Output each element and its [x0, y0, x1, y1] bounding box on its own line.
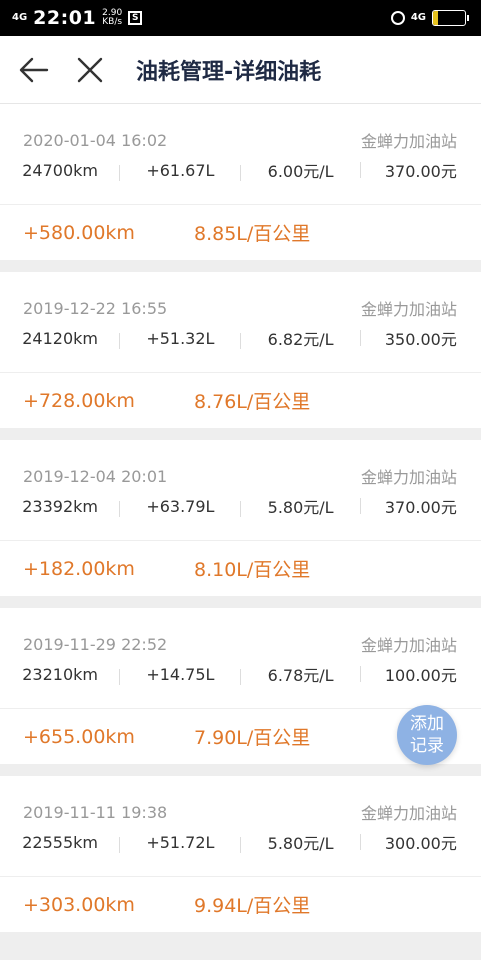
- status-right: 4G 16: [390, 10, 469, 26]
- record-datetime: 2019-11-11 19:38: [23, 802, 168, 822]
- record-distance: +580.00km: [23, 221, 135, 244]
- network-indicator: 4G: [12, 12, 28, 23]
- record-amount: 370.00元: [384, 498, 457, 517]
- record-distance: +303.00km: [23, 893, 135, 916]
- record-unit-price: 5.80元/L: [241, 494, 362, 518]
- status-time: 22:01: [33, 7, 97, 29]
- record-stats: 23392km +63.79L 5.80元/L 370.00元: [0, 486, 481, 526]
- record-fuel: +14.75L: [120, 665, 241, 685]
- fuel-record-card[interactable]: 2020-01-04 16:02 金蝉力加油站 24700km +61.67L …: [0, 104, 481, 260]
- record-consumption: 8.76L/百公里: [194, 391, 311, 413]
- record-fuel: +51.32L: [120, 329, 241, 349]
- record-amount: 350.00元: [384, 330, 457, 349]
- record-station: 金蝉力加油站: [360, 636, 457, 655]
- record-datetime: 2019-12-04 20:01: [23, 466, 168, 486]
- record-unit-price: 6.82元/L: [241, 326, 362, 350]
- record-consumption: 7.90L/百公里: [194, 727, 311, 749]
- fuel-record-card[interactable]: 2019-11-11 19:38 金蝉力加油站 22555km +51.72L …: [0, 776, 481, 932]
- record-odometer: 24700km: [0, 161, 121, 181]
- fuel-record-list: 2020-01-04 16:02 金蝉力加油站 24700km +61.67L …: [0, 104, 481, 954]
- record-odometer: 24120km: [0, 329, 121, 349]
- record-unit-price: 6.00元/L: [241, 158, 362, 182]
- record-station: 金蝉力加油站: [360, 468, 457, 487]
- record-amount: 370.00元: [384, 162, 457, 181]
- fuel-record-card[interactable]: 2019-12-04 20:01 金蝉力加油站 23392km +63.79L …: [0, 440, 481, 596]
- record-station: 金蝉力加油站: [360, 300, 457, 319]
- arrow-left-icon: [19, 57, 49, 82]
- add-record-label-line2: 记录: [410, 736, 444, 756]
- record-fuel: +51.72L: [120, 833, 241, 853]
- close-icon: [77, 57, 103, 82]
- record-unit-price: 6.78元/L: [241, 662, 362, 686]
- record-stats: 24700km +61.67L 6.00元/L 370.00元: [0, 150, 481, 190]
- record-odometer: 23392km: [0, 497, 121, 517]
- status-bar: 4G 22:01 2.90 KB/s S 4G 16: [0, 0, 481, 36]
- back-button[interactable]: [6, 36, 62, 104]
- battery-level: 16: [441, 11, 457, 24]
- network-speed-unit: KB/s: [102, 17, 123, 27]
- record-datetime: 2019-12-22 16:55: [23, 298, 168, 318]
- record-distance: +182.00km: [23, 557, 135, 580]
- record-stats: 22555km +51.72L 5.80元/L 300.00元: [0, 822, 481, 862]
- record-fuel: +61.67L: [120, 161, 241, 181]
- record-consumption: 8.85L/百公里: [194, 223, 311, 245]
- record-unit-price: 5.80元/L: [241, 830, 362, 854]
- fuel-record-card[interactable]: 2019-12-22 16:55 金蝉力加油站 24120km +51.32L …: [0, 272, 481, 428]
- record-amount: 100.00元: [384, 666, 457, 685]
- add-record-button[interactable]: 添加 记录: [397, 705, 457, 765]
- record-stats: 24120km +51.32L 6.82元/L 350.00元: [0, 318, 481, 358]
- record-odometer: 22555km: [0, 833, 121, 853]
- close-button[interactable]: [62, 36, 118, 104]
- network-speed: 2.90 KB/s: [102, 9, 122, 27]
- record-station: 金蝉力加油站: [360, 804, 457, 823]
- record-odometer: 23210km: [0, 665, 121, 685]
- add-record-label-line1: 添加: [410, 714, 444, 734]
- right-network-indicator: 4G: [410, 12, 426, 23]
- record-consumption: 8.10L/百公里: [194, 559, 311, 581]
- record-datetime: 2019-11-29 22:52: [23, 634, 168, 654]
- notification-s-icon: S: [128, 11, 143, 25]
- record-stats: 23210km +14.75L 6.78元/L 100.00元: [0, 654, 481, 694]
- record-datetime: 2020-01-04 16:02: [23, 130, 168, 150]
- record-distance: +655.00km: [23, 725, 135, 748]
- alarm-icon: [390, 11, 405, 25]
- record-consumption: 9.94L/百公里: [194, 895, 311, 917]
- battery-icon: 16: [432, 10, 469, 26]
- page-title: 油耗管理-详细油耗: [136, 59, 322, 85]
- record-station: 金蝉力加油站: [360, 132, 457, 151]
- record-distance: +728.00km: [23, 389, 135, 412]
- record-fuel: +63.79L: [120, 497, 241, 517]
- record-amount: 300.00元: [384, 834, 457, 853]
- status-left: 4G 22:01 2.90 KB/s S: [12, 7, 143, 29]
- header: 油耗管理-详细油耗: [0, 36, 481, 104]
